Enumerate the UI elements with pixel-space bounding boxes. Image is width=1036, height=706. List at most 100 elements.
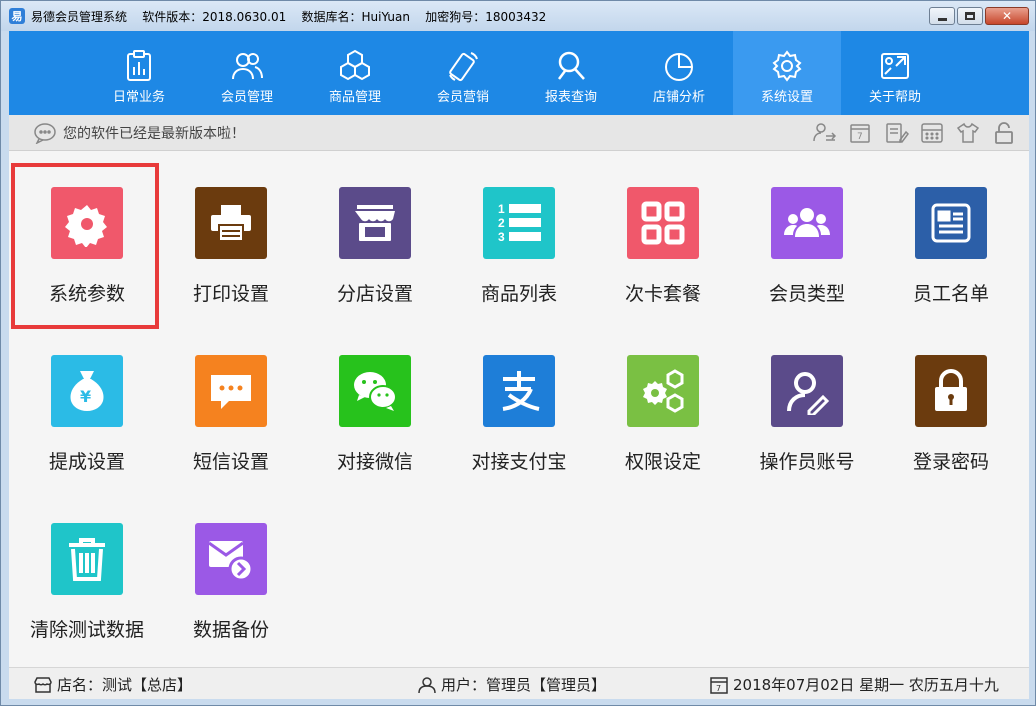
close-button[interactable]: ✕	[985, 7, 1029, 25]
tile-label: 短信设置	[192, 451, 269, 473]
svg-text:7: 7	[716, 684, 721, 693]
window-controls: ✕	[929, 7, 1029, 25]
tile-member-types[interactable]: 会员类型	[735, 151, 879, 319]
pie-chart-icon	[665, 53, 693, 81]
phone-icon	[449, 52, 478, 82]
members-icon	[232, 53, 263, 80]
calendar-icon[interactable]: 7	[847, 121, 873, 145]
nav-daily-business[interactable]: 日常业务	[85, 31, 193, 115]
nav-label: 日常业务	[112, 90, 165, 105]
svg-text:3: 3	[498, 230, 505, 244]
gear-icon	[772, 50, 802, 82]
tile-label: 次卡套餐	[624, 283, 701, 305]
tile-icon-box	[195, 187, 267, 259]
maximize-button[interactable]	[957, 7, 983, 25]
tile-data-backup[interactable]: 数据备份	[159, 487, 303, 655]
tile-label: 提成设置	[48, 451, 125, 473]
gear-icon	[65, 205, 107, 247]
tile-icon-box	[627, 355, 699, 427]
tile-icon-box	[915, 187, 987, 259]
settings-grid: 系统参数 打印设置 分店设置 123 商品列表 次卡套餐 会员类型 员工名单 ¥…	[9, 151, 1029, 667]
nav-label: 关于帮助	[868, 90, 921, 105]
tile-icon-box	[483, 355, 555, 427]
svg-text:¥: ¥	[80, 387, 91, 406]
store-icon	[34, 676, 52, 693]
tile-icon-box	[339, 355, 411, 427]
nav-label: 商品管理	[328, 90, 381, 105]
calculator-icon[interactable]	[919, 121, 945, 145]
tile-system-params[interactable]: 系统参数	[15, 151, 159, 319]
close-icon: ✕	[1001, 9, 1013, 23]
chat-bubble-icon	[34, 122, 56, 144]
tile-clear-test-data[interactable]: 清除测试数据	[15, 487, 159, 655]
status-bar: 店名：测试【总店】 用户：管理员【管理员】 7 2018年07月02日 星期一 …	[9, 667, 1029, 699]
money-bag-icon: ¥	[70, 371, 104, 411]
help-icon	[881, 53, 909, 79]
tile-label: 系统参数	[48, 283, 125, 305]
info-bar: 您的软件已经是最新版本啦！ 7	[9, 115, 1029, 151]
tile-label: 操作员账号	[759, 451, 855, 473]
nav-about-help[interactable]: 关于帮助	[841, 31, 949, 115]
tile-commission-settings[interactable]: ¥ 提成设置	[15, 319, 159, 487]
gears-icon	[643, 369, 684, 413]
tile-icon-box: ¥	[51, 355, 123, 427]
tile-operator-accounts[interactable]: 操作员账号	[735, 319, 879, 487]
trash-icon	[69, 538, 105, 581]
calendar-icon: 7	[710, 676, 728, 694]
user-switch-icon[interactable]	[811, 121, 837, 145]
alipay-icon	[502, 371, 540, 411]
main-nav: 日常业务 会员管理 商品管理 会员营销 报表查询 店铺分析 系统设置 关于帮助	[9, 31, 1029, 115]
lock-icon[interactable]	[991, 121, 1017, 145]
tile-alipay[interactable]: 对接支付宝	[447, 319, 591, 487]
tile-permissions[interactable]: 权限设定	[591, 319, 735, 487]
tile-print-settings[interactable]: 打印设置	[159, 151, 303, 319]
tshirt-icon[interactable]	[955, 121, 981, 145]
user-edit-icon	[787, 372, 830, 415]
tile-label: 打印设置	[192, 283, 269, 305]
printer-icon	[211, 205, 251, 242]
tile-branch-settings[interactable]: 分店设置	[303, 151, 447, 319]
nav-label: 会员营销	[436, 90, 489, 105]
svg-text:2: 2	[498, 216, 505, 230]
tile-sms-settings[interactable]: 短信设置	[159, 319, 303, 487]
nav-member-marketing[interactable]: 会员营销	[409, 31, 517, 115]
app-window: 易 易德会员管理系统 软件版本：2018.0630.01 数据库名：HuiYua…	[0, 0, 1036, 706]
tile-icon-box	[195, 523, 267, 595]
tile-label: 登录密码	[912, 451, 989, 473]
notepad-icon[interactable]	[883, 121, 909, 145]
tile-wechat[interactable]: 对接微信	[303, 319, 447, 487]
id-card-icon	[931, 203, 971, 243]
svg-text:7: 7	[857, 132, 863, 142]
tile-label: 对接支付宝	[471, 451, 567, 473]
nav-member-management[interactable]: 会员管理	[193, 31, 301, 115]
tile-card-packages[interactable]: 次卡套餐	[591, 151, 735, 319]
current-date: 2018年07月02日 星期一 农历五月十九	[733, 676, 999, 694]
nav-system-settings[interactable]: 系统设置	[733, 31, 841, 115]
status-date: 7 2018年07月02日 星期一 农历五月十九	[709, 674, 999, 695]
tile-label: 员工名单	[912, 283, 989, 305]
nav-report-query[interactable]: 报表查询	[517, 31, 625, 115]
tile-icon-box	[915, 355, 987, 427]
mail-backup-icon	[208, 541, 254, 582]
tile-product-list[interactable]: 123 商品列表	[447, 151, 591, 319]
tile-icon-box	[195, 355, 267, 427]
store-name: 店名：测试【总店】	[57, 676, 193, 694]
tile-label: 对接微信	[336, 451, 413, 473]
lock-icon	[935, 369, 967, 411]
title-bar: 易 易德会员管理系统 软件版本：2018.0630.01 数据库名：HuiYua…	[1, 1, 1035, 31]
tile-staff-list[interactable]: 员工名单	[879, 151, 1023, 319]
app-logo-icon: 易	[9, 8, 25, 24]
tile-icon-box	[51, 187, 123, 259]
nav-product-management[interactable]: 商品管理	[301, 31, 409, 115]
cubes-icon	[340, 49, 370, 81]
user-icon	[418, 676, 436, 693]
status-user: 用户：管理员【管理员】	[417, 674, 606, 695]
minimize-button[interactable]	[929, 7, 955, 25]
search-report-icon	[558, 51, 585, 80]
tile-icon-box	[627, 187, 699, 259]
nav-label: 会员管理	[220, 90, 273, 105]
tile-login-password[interactable]: 登录密码	[879, 319, 1023, 487]
wechat-icon	[354, 372, 397, 411]
nav-store-analysis[interactable]: 店铺分析	[625, 31, 733, 115]
nav-label: 报表查询	[544, 90, 597, 105]
